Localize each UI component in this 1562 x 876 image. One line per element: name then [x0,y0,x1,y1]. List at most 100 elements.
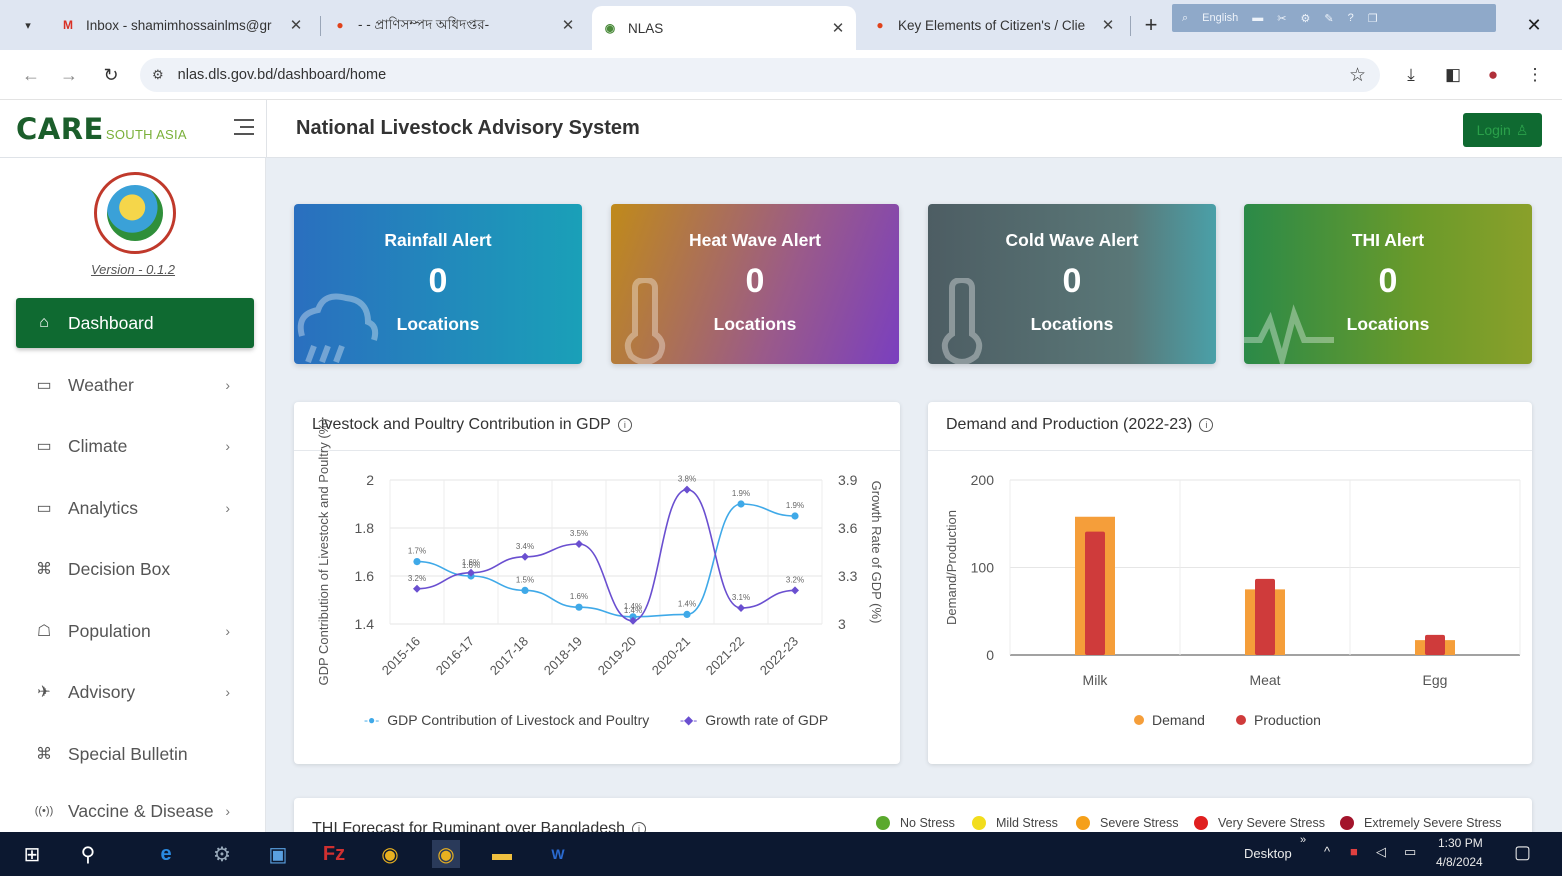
alert-title: Cold Wave Alert [1005,230,1139,250]
sidebar-item-analytics[interactable]: ▭ Analytics › [16,483,254,533]
chrome-icon[interactable]: ◉ [376,840,404,868]
edge-browser-icon[interactable]: e [152,840,180,868]
browser-tab-dls[interactable]: ● - - প্রাণিসম্পদ অধিদপ্তর- ✕ [322,6,586,44]
gdp-line-chart: 1.4 1.6 1.8 2 3 3.3 3.6 3.9 GDP Contribution of … [316,418,884,685]
browser-tab-nlas[interactable]: ◉ NLAS ✕ [592,6,856,50]
restore-icon[interactable]: ❐ [1368,12,1378,25]
thi-legend-very-severe-stress[interactable]: Very Severe Stress [1194,816,1325,830]
windows-start-icon[interactable]: ⊞ [18,840,46,868]
thi-legend-mild-stress[interactable]: Mild Stress [972,816,1058,830]
tray-app-icon[interactable]: ■ [1350,844,1358,859]
data-label: 3.2% [786,575,804,584]
sidebar-item-vaccine-disease[interactable]: ((•)) Vaccine & Disease › [16,791,254,831]
nlas-favicon-icon: ◉ [604,21,616,35]
close-icon[interactable]: ✕ [830,19,846,37]
sidebar-item-weather[interactable]: ▭ Weather › [16,360,254,410]
search-icon[interactable]: ⌕ [1182,12,1188,25]
help-icon[interactable]: ? [1348,12,1354,24]
language-label[interactable]: English [1202,12,1238,24]
alert-count: 0 [745,262,765,300]
version-link[interactable]: Version - 0.1.2 [0,262,266,277]
demand-legend-item[interactable]: Demand [1134,712,1205,728]
thi-legend-no-stress[interactable]: No Stress [876,816,955,830]
clock-time[interactable]: 1:30 PM [1438,836,1483,850]
legend-dot-icon [1194,816,1208,830]
word-icon[interactable]: W [544,840,572,868]
legend-dot-icon [1340,816,1354,830]
notification-icon[interactable]: ▢ [1514,842,1531,863]
thi-alert-card[interactable]: THI Alert 0 Locations [1244,204,1532,364]
new-tab-plus-icon[interactable]: + [1140,12,1162,38]
alert-title: Heat Wave Alert [689,230,821,250]
care-logo[interactable]: CARE SOUTH ASIA [16,112,187,146]
emblem-inner [107,185,163,241]
more-menu-icon[interactable]: ⋮ [1522,62,1548,88]
close-icon[interactable]: ✕ [1100,16,1116,34]
minimize-icon[interactable]: ▬ [1252,12,1263,24]
network-icon[interactable]: ▭ [1404,844,1416,860]
hamburger-menu-icon[interactable] [234,119,254,137]
profile-avatar-icon[interactable]: ● [1480,62,1506,88]
back-arrow-icon[interactable]: ← [18,62,44,88]
alert-count: 0 [1378,262,1398,300]
browser-tab-gmail[interactable]: M Inbox - shamimhossainlms@gr ✕ [50,6,314,44]
command-icon: ⌘ [36,746,52,763]
sidebar-item-special-bulletin[interactable]: ⌘ Special Bulletin [16,729,254,779]
pen-icon[interactable]: ✎ [1324,12,1333,25]
alert-count: 0 [1062,262,1082,300]
legend-label: Growth rate of GDP [705,712,829,728]
file-explorer-icon[interactable]: ▬ [488,840,516,868]
data-point [683,485,691,494]
chevron-right-icon: › [225,623,230,639]
forward-arrow-icon[interactable]: → [56,62,82,88]
speaker-icon[interactable]: ◁ [1376,844,1386,860]
tray-chevron-up-icon[interactable]: ^ [1324,844,1330,859]
sidebar-item-population[interactable]: ☖ Population › [16,606,254,656]
window-close-icon[interactable]: ✕ [1520,12,1548,38]
thi-legend-extremely-severe-stress[interactable]: Extremely Severe Stress [1340,816,1502,830]
rainfall-alert-card[interactable]: Rainfall Alert 0 Locations [294,204,582,364]
heat-wave-alert-card[interactable]: Heat Wave Alert 0 Locations [611,204,899,364]
sidebar-item-dashboard[interactable]: ⌂ Dashboard [16,298,254,348]
close-icon[interactable]: ✕ [560,16,576,34]
browser-tab-citizen[interactable]: ● Key Elements of Citizen's / Clie ✕ [862,6,1126,44]
x-tick-label: 2019-20 [595,634,639,678]
language-bar: ⌕ English ▬ ✂ ⚙ ✎ ? ❐ [1172,4,1496,32]
search-icon[interactable]: ⚲ [74,840,102,868]
brand-main: CARE [16,112,104,146]
legend-marker-icon: -◆- [680,713,698,727]
settings-icon[interactable]: ⚙ [1300,12,1310,25]
cold-wave-alert-card[interactable]: Cold Wave Alert 0 Locations [928,204,1216,364]
tab-search-chevron-icon[interactable]: ▾ [14,12,42,38]
y-axis-title: GDP Contribution of Livestock and Poultr… [316,418,331,685]
bookmark-star-icon[interactable]: ☆ [1349,64,1366,87]
chrome-active-icon[interactable]: ◉ [432,840,460,868]
site-settings-icon[interactable]: ⚙ [152,67,164,83]
toolbar-expand-icon[interactable]: » [1300,834,1306,846]
growth-legend-item[interactable]: -◆- Growth rate of GDP [680,712,828,728]
login-button[interactable]: Login ♙ [1463,113,1542,147]
close-icon[interactable]: ✕ [288,16,304,34]
sidebar-item-decision-box[interactable]: ⌘ Decision Box [16,544,254,594]
filezilla-icon[interactable]: Fz [320,840,348,868]
settings-app-icon[interactable]: ⚙ [208,840,236,868]
sidebar-item-climate[interactable]: ▭ Climate › [16,421,254,471]
production-legend-item[interactable]: Production [1236,712,1321,728]
tools-icon[interactable]: ✂ [1277,12,1286,25]
mail-app-icon[interactable]: ▣ [264,840,292,868]
gdp-legend-item[interactable]: -●- GDP Contribution of Livestock and Po… [364,712,649,728]
command-icon: ⌘ [36,561,52,578]
reload-icon[interactable]: ↻ [98,62,124,88]
url-text[interactable]: nlas.dls.gov.bd/dashboard/home [178,67,387,83]
clock-date[interactable]: 4/8/2024 [1436,855,1483,869]
alert-title: Rainfall Alert [384,230,492,250]
sidebar-item-label: Vaccine & Disease [68,800,214,821]
sidebar-item-advisory[interactable]: ✈ Advisory › [16,667,254,717]
url-omnibox[interactable]: ⚙ nlas.dls.gov.bd/dashboard/home ☆ [140,58,1380,92]
desktop-label[interactable]: Desktop [1244,846,1292,861]
thi-legend-severe-stress[interactable]: Severe Stress [1076,816,1179,830]
x-tick-label: Meat [1249,672,1280,688]
tab-divider [320,16,321,36]
download-icon[interactable]: ⤓ [1398,62,1424,88]
side-panel-icon[interactable]: ◧ [1440,62,1466,88]
